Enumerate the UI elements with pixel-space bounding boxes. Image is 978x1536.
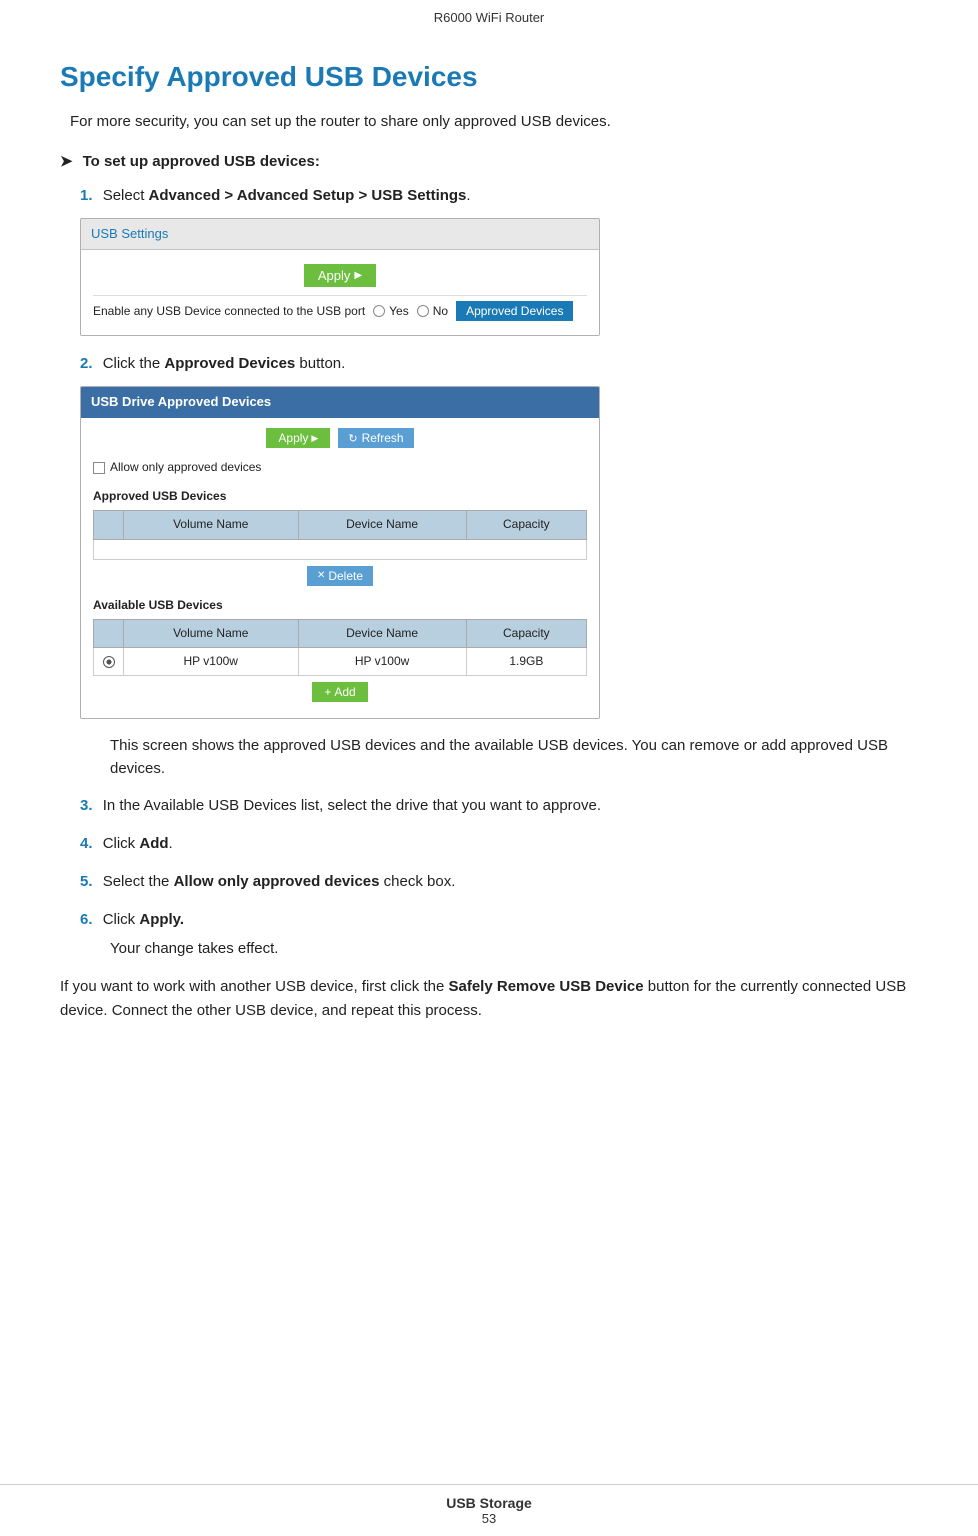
available-row-0-device: HP v100w [298, 648, 466, 676]
approved-refresh-button[interactable]: Refresh [338, 428, 413, 448]
allow-only-row: Allow only approved devices [93, 458, 587, 477]
step-4-text-after: . [169, 835, 173, 852]
approved-empty-row [94, 539, 587, 559]
step-3-content: In the Available USB Devices list, selec… [103, 797, 601, 814]
step-1-text-before: Select [103, 187, 149, 204]
available-row-0-check[interactable] [94, 648, 124, 676]
add-button[interactable]: Add [312, 682, 367, 702]
usb-settings-apply-button[interactable]: Apply [304, 264, 376, 287]
yes-radio-group: Yes [373, 302, 409, 321]
available-row-0-volume: HP v100w [124, 648, 299, 676]
step-2-bold: Approved Devices [164, 355, 295, 372]
usb-device-row: Enable any USB Device connected to the U… [93, 295, 587, 327]
approved-table-col-check [94, 511, 124, 539]
step-2: 2. Click the Approved Devices button. US… [80, 352, 918, 780]
final-paragraph: If you want to work with another USB dev… [60, 975, 918, 1023]
step-4-content: Click Add. [103, 835, 173, 852]
step-2-content: Click the Approved Devices button. [103, 355, 346, 372]
step-3: 3. In the Available USB Devices list, se… [80, 794, 918, 818]
step-1: 1. Select Advanced > Advanced Setup > US… [80, 184, 918, 337]
yes-label: Yes [389, 302, 409, 321]
available-row-0-capacity: 1.9GB [466, 648, 586, 676]
step-5-text-after: check box. [379, 873, 455, 890]
intro-text: For more security, you can set up the ro… [70, 111, 918, 134]
footer-page-num: 53 [0, 1511, 978, 1526]
available-table-col-device: Device Name [298, 619, 466, 647]
available-row-0-radio[interactable] [103, 656, 115, 668]
usb-settings-apply-row: Apply [93, 258, 587, 295]
step-2-num: 2. [80, 355, 93, 372]
approved-table-col-volume: Volume Name [124, 511, 299, 539]
step-6-num: 6. [80, 911, 93, 928]
step-4: 4. Click Add. [80, 832, 918, 856]
step-6: 6. Click Apply. Your change takes effect… [80, 908, 918, 961]
allow-only-checkbox[interactable] [93, 462, 105, 474]
approved-usb-table: Volume Name Device Name Capacity [93, 510, 587, 559]
steps-list: 1. Select Advanced > Advanced Setup > US… [80, 184, 918, 961]
delete-button[interactable]: Delete [307, 566, 373, 586]
step-5-bold: Allow only approved devices [174, 873, 380, 890]
approved-table-col-device: Device Name [298, 511, 466, 539]
approved-panel-title: USB Drive Approved Devices [81, 387, 599, 418]
add-btn-row: Add [93, 682, 587, 702]
step-5-content: Select the Allow only approved devices c… [103, 873, 456, 890]
setup-heading-text: To set up approved USB devices: [83, 153, 320, 170]
usb-settings-title: USB Settings [81, 219, 599, 251]
step-6-description: Your change takes effect. [110, 938, 918, 961]
step-6-content: Click Apply. [103, 911, 184, 928]
step-4-num: 4. [80, 835, 93, 852]
no-label: No [433, 302, 448, 321]
no-radio-button[interactable] [417, 305, 429, 317]
approved-usb-section-label: Approved USB Devices [93, 487, 587, 506]
available-usb-table: Volume Name Device Name Capacity HP v100… [93, 619, 587, 676]
allow-only-label: Allow only approved devices [110, 458, 261, 477]
approved-panel-body: Apply Refresh Allow only approved device… [81, 418, 599, 718]
header-title: R6000 WiFi Router [434, 10, 545, 25]
step-5-text-before: Select the [103, 873, 174, 890]
step-2-description: This screen shows the approved USB devic… [110, 735, 918, 780]
available-table-col-capacity: Capacity [466, 619, 586, 647]
step-3-num: 3. [80, 797, 93, 814]
available-row-0: HP v100w HP v100w 1.9GB [94, 648, 587, 676]
page-header: R6000 WiFi Router [0, 0, 978, 31]
step-6-text-before: Click [103, 911, 140, 928]
final-bold: Safely Remove USB Device [449, 978, 644, 995]
setup-heading: ➤ To set up approved USB devices: [60, 152, 918, 170]
approved-apply-button[interactable]: Apply [266, 428, 330, 448]
step-6-bold: Apply. [139, 911, 184, 928]
available-usb-section-label: Available USB Devices [93, 596, 587, 615]
step-5-num: 5. [80, 873, 93, 890]
yes-radio-button[interactable] [373, 305, 385, 317]
final-text-before: If you want to work with another USB dev… [60, 978, 449, 995]
approved-devices-panel: USB Drive Approved Devices Apply Refresh… [80, 386, 600, 719]
approved-devices-button[interactable]: Approved Devices [456, 301, 573, 321]
page-footer: USB Storage 53 [0, 1484, 978, 1536]
enable-label: Enable any USB Device connected to the U… [93, 302, 365, 321]
page-title: Specify Approved USB Devices [60, 61, 918, 93]
approved-btn-row: Apply Refresh [93, 428, 587, 448]
setup-heading-arrow: ➤ [60, 152, 73, 170]
page-content: Specify Approved USB Devices For more se… [0, 31, 978, 1083]
step-1-num: 1. [80, 187, 93, 204]
approved-table-col-capacity: Capacity [466, 511, 586, 539]
no-radio-group: No [417, 302, 448, 321]
available-table-col-check [94, 619, 124, 647]
step-1-text-after: . [466, 187, 470, 204]
footer-section: USB Storage [0, 1495, 978, 1511]
step-5: 5. Select the Allow only approved device… [80, 870, 918, 894]
step-1-content: Select Advanced > Advanced Setup > USB S… [103, 187, 471, 204]
usb-settings-panel: USB Settings Apply Enable any USB Device… [80, 218, 600, 337]
step-4-bold: Add [139, 835, 168, 852]
step-2-text-after: button. [295, 355, 345, 372]
available-table-col-volume: Volume Name [124, 619, 299, 647]
step-2-text-before: Click the [103, 355, 165, 372]
step-4-text-before: Click [103, 835, 140, 852]
delete-btn-row: Delete [93, 566, 587, 586]
step-1-bold: Advanced > Advanced Setup > USB Settings [149, 187, 467, 204]
usb-settings-body: Apply Enable any USB Device connected to… [81, 250, 599, 335]
